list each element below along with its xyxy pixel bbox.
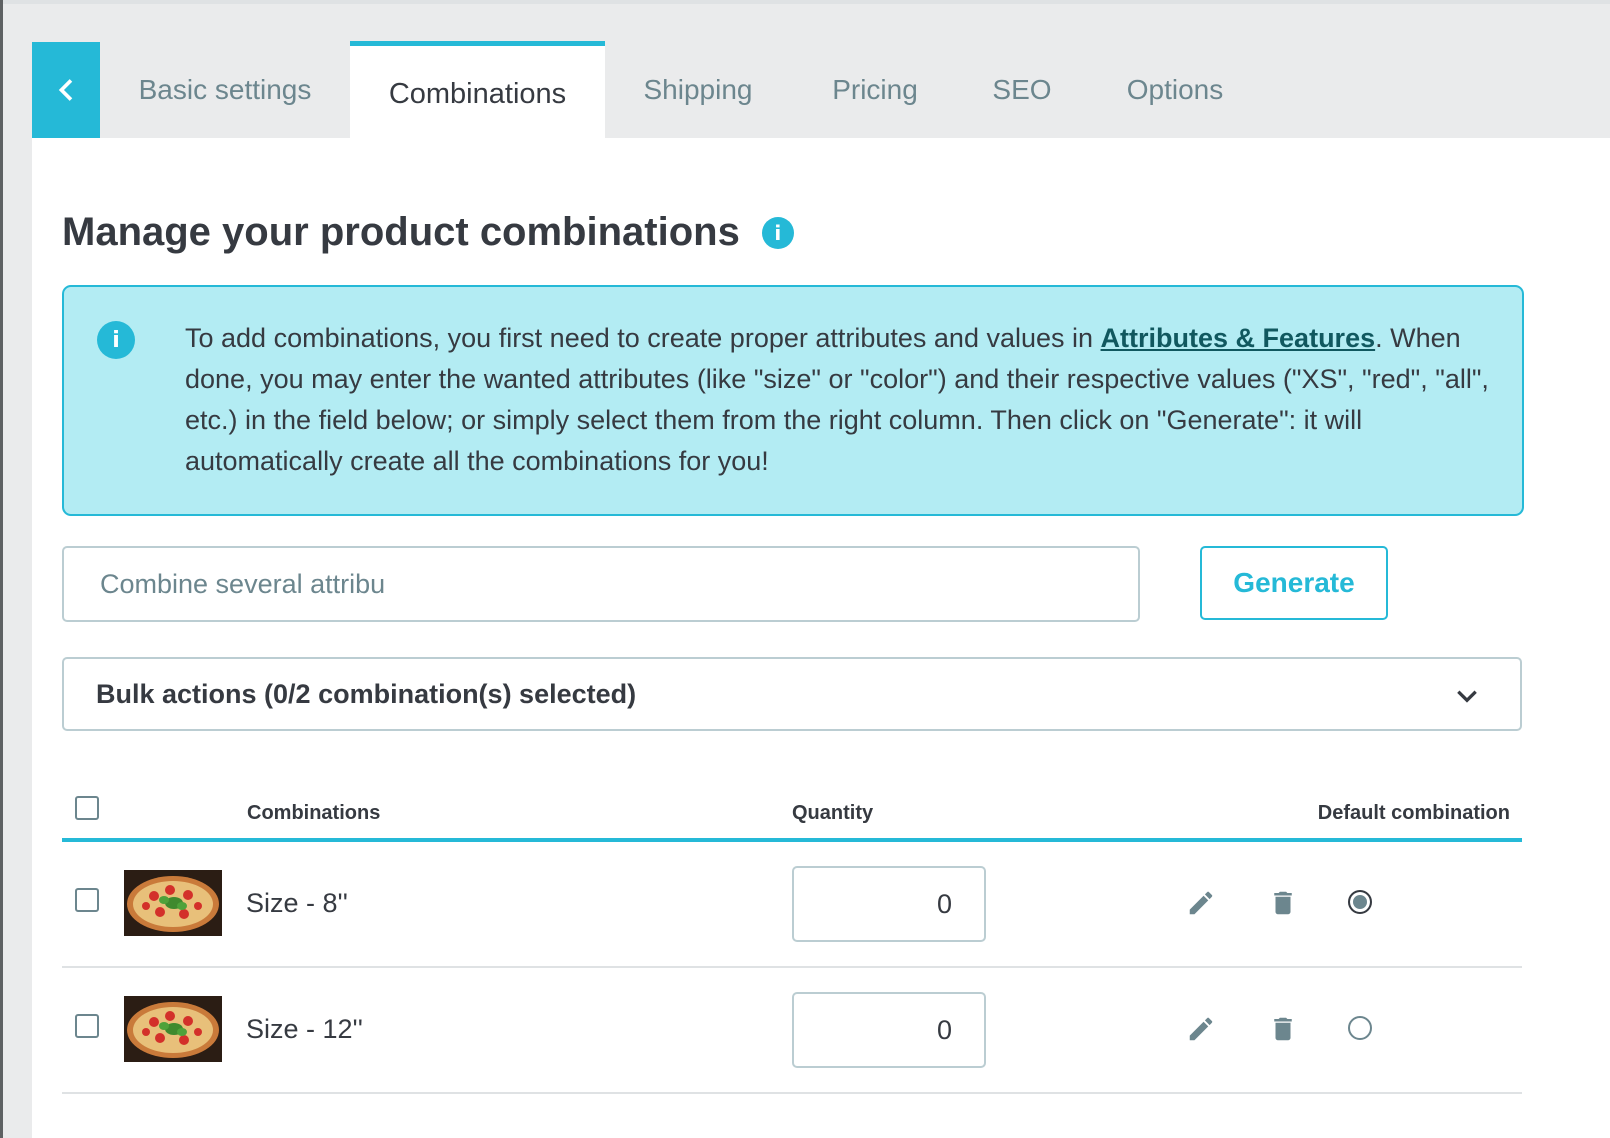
tab-pricing[interactable]: Pricing: [810, 42, 940, 138]
tab-options[interactable]: Options: [1108, 42, 1242, 138]
pizza-thumbnail: [124, 996, 222, 1062]
tab-basic-settings[interactable]: Basic settings: [114, 42, 336, 138]
edit-icon[interactable]: [1186, 1014, 1216, 1044]
attributes-features-link[interactable]: Attributes & Features: [1101, 323, 1376, 353]
tab-shipping[interactable]: Shipping: [622, 42, 774, 138]
info-icon[interactable]: i: [761, 216, 794, 249]
back-button[interactable]: [32, 42, 100, 138]
default-combination-radio[interactable]: [1348, 1016, 1372, 1040]
chevron-left-icon: [58, 79, 73, 101]
generate-button[interactable]: Generate: [1200, 546, 1388, 620]
bulk-actions-dropdown[interactable]: Bulk actions (0/2 combination(s) selecte…: [62, 657, 1522, 731]
row-checkbox[interactable]: [75, 1014, 99, 1038]
info-alert: i To add combinations, you first need to…: [62, 285, 1524, 516]
alert-message: To add combinations, you first need to c…: [185, 318, 1495, 482]
quantity-input[interactable]: [792, 992, 986, 1068]
table-row: Size - 12'': [62, 968, 1522, 1094]
column-header-combinations: Combinations: [247, 802, 381, 824]
combine-attributes-input[interactable]: [62, 546, 1140, 622]
table-row: Size - 8'': [62, 842, 1522, 968]
combination-label: Size - 8'': [246, 888, 348, 918]
table-header: Combinations Quantity Default combinatio…: [62, 778, 1522, 842]
bulk-actions-label: Bulk actions (0/2 combination(s) selecte…: [96, 678, 637, 709]
tab-seo[interactable]: SEO: [974, 42, 1070, 138]
column-header-default: Default combination: [1317, 802, 1510, 824]
info-icon: i: [97, 321, 135, 359]
delete-icon[interactable]: [1268, 1014, 1298, 1044]
pizza-thumbnail: [124, 870, 222, 936]
page-title-text: Manage your product combinations: [62, 210, 740, 254]
combinations-panel: Manage your product combinations i i To …: [32, 138, 1610, 1138]
window-left-edge: [0, 0, 3, 1138]
product-tabs: Basic settings Combinations Shipping Pri…: [32, 41, 1610, 143]
column-header-quantity: Quantity: [792, 802, 874, 824]
product-editor: Basic settings Combinations Shipping Pri…: [32, 12, 1610, 1138]
alert-text-before-link: To add combinations, you first need to c…: [185, 323, 1101, 353]
row-checkbox[interactable]: [75, 888, 99, 912]
tab-combinations[interactable]: Combinations: [350, 41, 605, 143]
edit-icon[interactable]: [1186, 888, 1216, 918]
default-combination-radio[interactable]: [1348, 890, 1372, 914]
select-all-checkbox[interactable]: [75, 796, 99, 820]
quantity-input[interactable]: [792, 866, 986, 942]
window-top-border: [0, 0, 1610, 4]
chevron-down-icon: [1457, 690, 1477, 703]
page-title: Manage your product combinations i: [62, 210, 794, 255]
delete-icon[interactable]: [1268, 888, 1298, 918]
combination-label: Size - 12'': [246, 1014, 363, 1044]
